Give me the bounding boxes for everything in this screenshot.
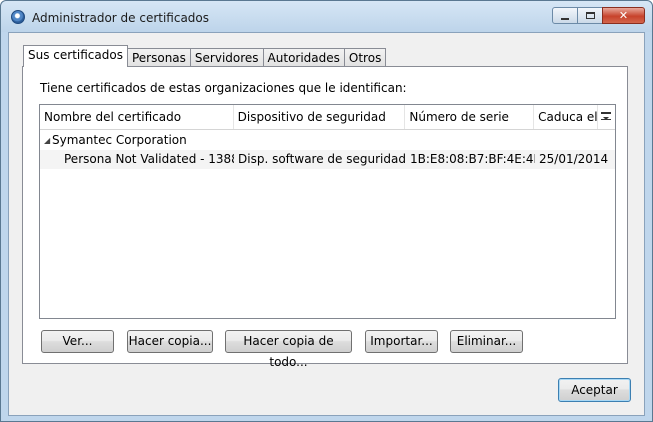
column-header-device[interactable]: Dispositivo de seguridad	[234, 105, 406, 129]
tab-autoridades[interactable]: Autoridades	[262, 48, 345, 67]
certificate-tree[interactable]: Nombre del certificado Dispositivo de se…	[39, 104, 616, 319]
minimize-icon	[561, 17, 569, 20]
column-header-expires[interactable]: Caduca el	[534, 105, 599, 129]
table-header: Nombre del certificado Dispositivo de se…	[40, 105, 615, 130]
tab-strip: Sus certificados Personas Servidores Aut…	[23, 45, 387, 67]
column-header-serial[interactable]: Número de serie	[405, 105, 535, 129]
maximize-button[interactable]	[577, 7, 603, 24]
maximize-icon	[585, 12, 595, 19]
column-header-name[interactable]: Nombre del certificado	[40, 105, 234, 129]
window-title: Administrador de certificados	[32, 11, 210, 25]
tab-personas[interactable]: Personas	[126, 48, 191, 67]
app-icon	[11, 10, 25, 24]
import-button[interactable]: Importar...	[365, 330, 438, 353]
minimize-button[interactable]	[552, 7, 578, 24]
delete-button[interactable]: Eliminar...	[450, 330, 523, 353]
backup-all-button[interactable]: Hacer copia de todo...	[225, 330, 352, 369]
column-picker-icon	[601, 112, 612, 120]
certificate-manager-window: Administrador de certificados ✕ Sus cert…	[0, 0, 653, 422]
view-button[interactable]: Ver...	[41, 330, 114, 353]
dialog-client-area: Sus certificados Personas Servidores Aut…	[8, 32, 645, 416]
tree-group-row[interactable]: ◢ Symantec Corporation	[40, 131, 615, 150]
caption-buttons: ✕	[552, 7, 645, 24]
group-name: Symantec Corporation	[52, 133, 187, 147]
close-icon: ✕	[618, 9, 629, 22]
backup-button[interactable]: Hacer copia...	[127, 330, 213, 353]
title-bar[interactable]: Administrador de certificados ✕	[1, 1, 652, 32]
tab-otros[interactable]: Otros	[343, 48, 387, 67]
tab-sus-certificados[interactable]: Sus certificados	[23, 45, 128, 67]
expand-triangle-icon[interactable]: ◢	[44, 131, 52, 150]
column-picker-button[interactable]	[598, 105, 615, 129]
cell-serial: 1B:E8:08:B7:BF:4E:4B:4...	[410, 152, 535, 166]
cell-device: Disp. software de seguridad	[238, 152, 406, 166]
table-row[interactable]: Persona Not Validated - 13883... Disp. s…	[40, 150, 615, 169]
intro-text: Tiene certificados de estas organizacion…	[40, 81, 407, 95]
cell-expires: 25/01/2014	[539, 152, 609, 166]
tab-panel: Tiene certificados de estas organizacion…	[22, 66, 628, 369]
cell-name: Persona Not Validated - 13883...	[64, 152, 234, 166]
tab-servidores[interactable]: Servidores	[189, 48, 264, 67]
close-button[interactable]: ✕	[602, 7, 645, 24]
accept-button[interactable]: Aceptar	[558, 378, 631, 402]
